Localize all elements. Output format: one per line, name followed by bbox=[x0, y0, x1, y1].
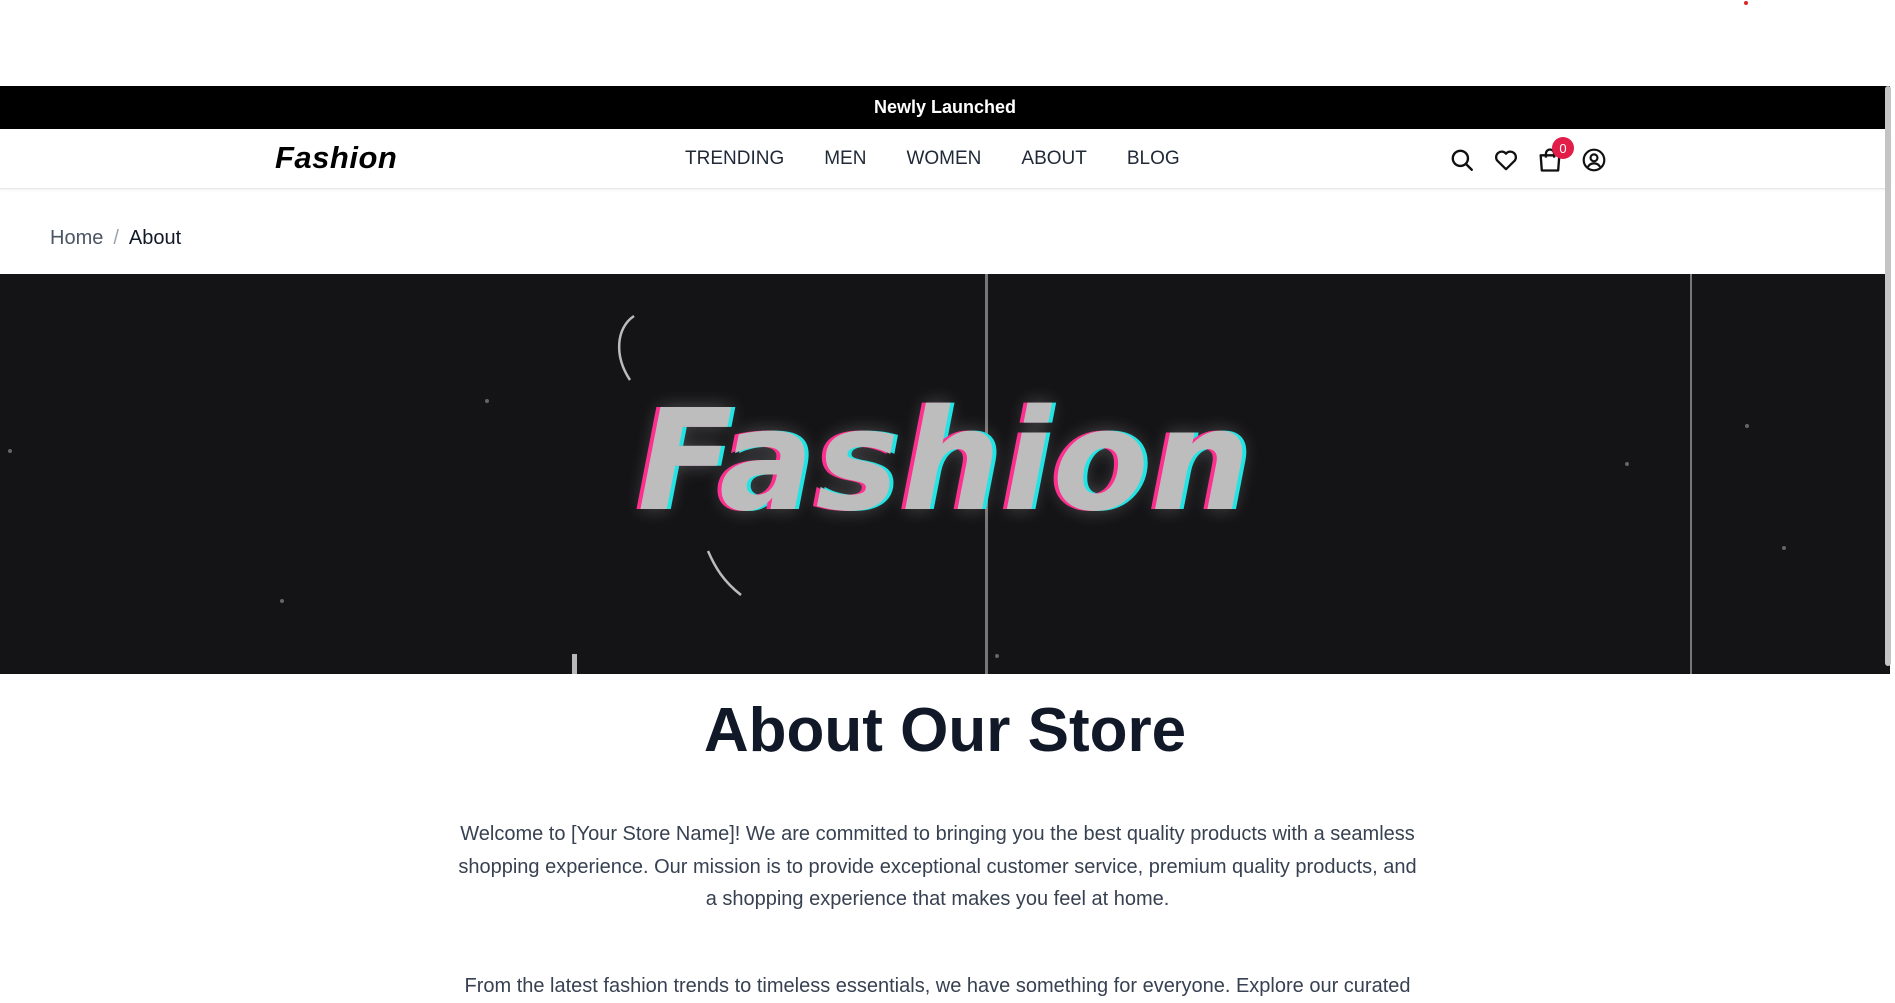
film-speck bbox=[995, 654, 999, 658]
announcement-text: Newly Launched bbox=[873, 97, 1017, 117]
film-speck bbox=[1782, 546, 1786, 550]
announcement-bar: Newly Launched bbox=[0, 86, 1890, 129]
user-circle-icon[interactable] bbox=[1579, 145, 1609, 175]
breadcrumb-separator: / bbox=[113, 227, 119, 249]
nav-trending[interactable]: TRENDING bbox=[685, 148, 784, 170]
site-header: Fashion TRENDING MEN WOMEN ABOUT BLOG 0 bbox=[0, 129, 1890, 189]
film-scratch-curve bbox=[706, 550, 742, 596]
nav-women[interactable]: WOMEN bbox=[906, 148, 981, 170]
heart-icon[interactable] bbox=[1491, 145, 1521, 175]
nav-blog[interactable]: BLOG bbox=[1127, 148, 1180, 170]
nav-men[interactable]: MEN bbox=[824, 148, 866, 170]
hero-banner: Fashion bbox=[0, 274, 1890, 674]
nav-about[interactable]: ABOUT bbox=[1021, 148, 1086, 170]
header-icons: 0 bbox=[1447, 137, 1623, 175]
breadcrumb-current: About bbox=[128, 227, 182, 249]
about-paragraph-2: From the latest fashion trends to timele… bbox=[464, 975, 1411, 997]
breadcrumb: Home / About bbox=[50, 227, 181, 250]
breadcrumb-home-link[interactable]: Home bbox=[50, 227, 103, 250]
notification-dot bbox=[1744, 1, 1748, 5]
film-scratch-curve bbox=[617, 314, 635, 381]
page-scrollbar[interactable] bbox=[1885, 86, 1891, 666]
main-nav: TRENDING MEN WOMEN ABOUT BLOG bbox=[685, 148, 1220, 170]
search-icon[interactable] bbox=[1447, 145, 1477, 175]
cart-button[interactable]: 0 bbox=[1535, 137, 1574, 175]
film-speck bbox=[280, 599, 284, 603]
cart-count-badge: 0 bbox=[1552, 137, 1574, 159]
about-paragraph-1: Welcome to [Your Store Name]! We are com… bbox=[458, 823, 1417, 910]
film-scratch-line bbox=[572, 654, 577, 674]
hero-fashion-text: Fashion bbox=[637, 380, 1253, 543]
about-title: About Our Store bbox=[703, 696, 1187, 765]
site-logo[interactable]: Fashion bbox=[275, 140, 397, 176]
